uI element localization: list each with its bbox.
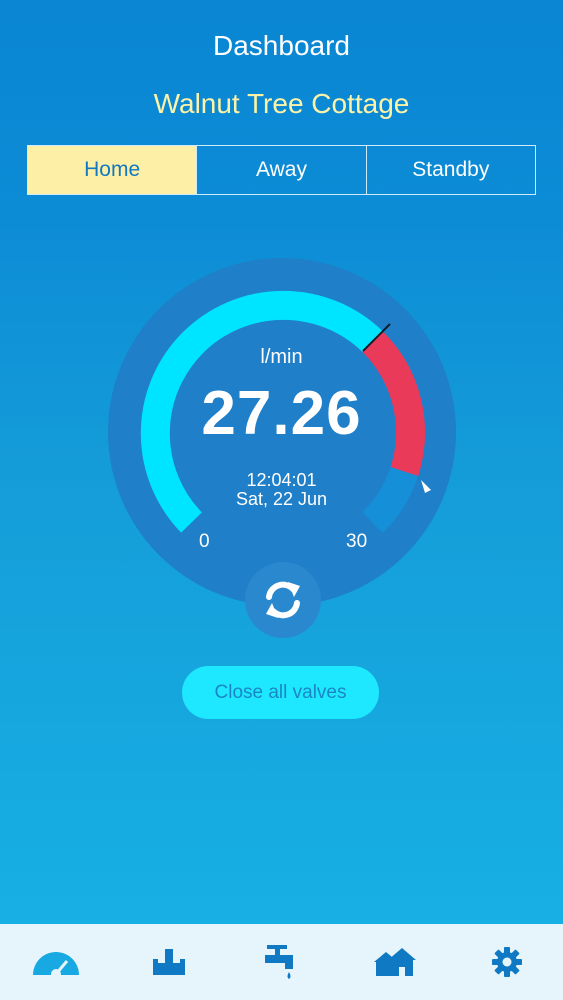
tab-settings[interactable] bbox=[477, 932, 537, 992]
tab-dashboard[interactable] bbox=[26, 932, 86, 992]
tap-icon bbox=[265, 945, 294, 979]
mode-standby-button[interactable]: Standby bbox=[365, 146, 535, 194]
valve-icon bbox=[152, 949, 185, 975]
reading-time: 12:04:01 bbox=[246, 470, 317, 490]
refresh-icon bbox=[266, 581, 300, 619]
flow-value: 27.26 bbox=[201, 379, 362, 448]
gauge-min-label: 0 bbox=[199, 531, 210, 552]
flow-unit: l/min bbox=[260, 346, 303, 368]
mode-home-button[interactable]: Home bbox=[28, 146, 197, 194]
tab-tap[interactable] bbox=[251, 932, 311, 992]
close-all-valves-button[interactable]: Close all valves bbox=[182, 666, 379, 719]
gauge-icon bbox=[33, 952, 80, 977]
gauge-max-label: 30 bbox=[346, 531, 368, 552]
tab-properties[interactable] bbox=[364, 932, 424, 992]
mode-selector: Home Away Standby bbox=[27, 145, 536, 195]
bottom-tab-bar bbox=[0, 924, 563, 1000]
tab-valve[interactable] bbox=[139, 932, 199, 992]
houses-icon bbox=[374, 948, 417, 976]
page-title: Dashboard bbox=[213, 30, 350, 61]
reading-date: Sat, 22 Jun bbox=[235, 489, 328, 509]
mode-away-button[interactable]: Away bbox=[196, 146, 365, 194]
refresh-button[interactable] bbox=[245, 562, 321, 638]
property-name: Walnut Tree Cottage bbox=[153, 88, 410, 119]
gear-icon bbox=[491, 947, 522, 977]
